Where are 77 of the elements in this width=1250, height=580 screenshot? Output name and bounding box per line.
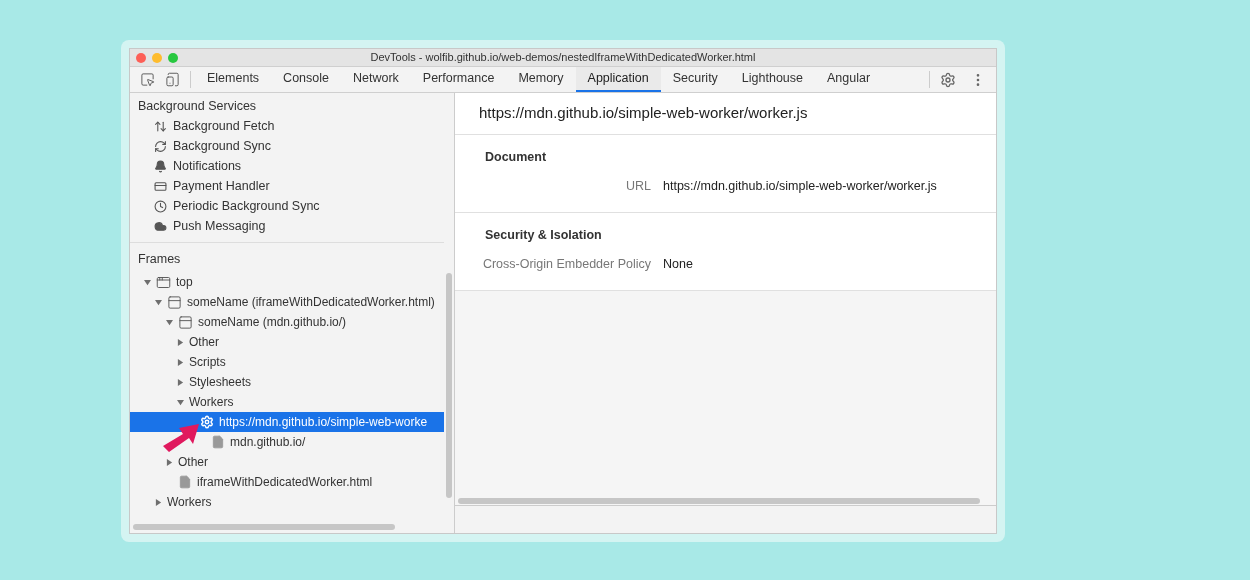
tree-label: Other bbox=[189, 334, 219, 351]
sidebar-item[interactable]: Notifications bbox=[130, 156, 444, 176]
scrollbar[interactable] bbox=[133, 524, 395, 530]
tree-label: top bbox=[176, 274, 193, 291]
sidebar-item[interactable]: Push Messaging bbox=[130, 216, 444, 236]
tree-item[interactable]: someName (iframeWithDedicatedWorker.html) bbox=[130, 292, 444, 312]
scrollbar[interactable] bbox=[458, 498, 980, 504]
tree-label: https://mdn.github.io/simple-web-worke bbox=[219, 414, 428, 431]
sidebar-item[interactable]: Background Sync bbox=[130, 136, 444, 156]
section-heading: Background Services bbox=[137, 97, 258, 115]
tab[interactable]: Memory bbox=[506, 67, 576, 92]
caret-icon[interactable] bbox=[177, 398, 184, 406]
sync-icon bbox=[154, 139, 167, 153]
settings-icon[interactable] bbox=[940, 71, 956, 88]
inspect-icon[interactable] bbox=[140, 72, 155, 87]
window-title: DevTools - wolfib.github.io/web-demos/nestedIframeWithDedicatedWorker.html bbox=[370, 50, 756, 66]
window-icon bbox=[156, 274, 171, 290]
field-value: None bbox=[663, 256, 693, 274]
tab[interactable]: Elements bbox=[195, 67, 272, 92]
tab[interactable]: Performance bbox=[410, 67, 507, 92]
detail-title: https://mdn.github.io/simple-web-worker/worker.js bbox=[455, 93, 996, 135]
tab[interactable]: Security bbox=[660, 67, 730, 92]
tree-item[interactable]: https://mdn.github.io/simple-web-worke bbox=[130, 412, 444, 432]
tree-label: someName (iframeWithDedicatedWorker.html) bbox=[187, 294, 435, 311]
caret-icon[interactable] bbox=[166, 318, 173, 326]
tree-item[interactable]: Stylesheets bbox=[130, 372, 444, 392]
tab[interactable]: Console bbox=[271, 67, 341, 92]
tab[interactable]: Network bbox=[341, 67, 411, 92]
caret-icon[interactable] bbox=[177, 338, 184, 346]
frame-icon bbox=[178, 314, 193, 330]
tree-label: Stylesheets bbox=[189, 374, 252, 391]
tree-item[interactable]: Workers bbox=[130, 392, 444, 412]
caret-icon[interactable] bbox=[166, 458, 173, 466]
tree-label: Workers bbox=[167, 494, 212, 511]
close-icon[interactable] bbox=[136, 53, 146, 63]
scrollbar[interactable] bbox=[446, 273, 452, 498]
tree-label: someName (mdn.github.io/) bbox=[198, 314, 347, 331]
tree-item[interactable]: Other bbox=[130, 332, 444, 352]
file-icon bbox=[178, 475, 192, 489]
caret-icon[interactable] bbox=[155, 298, 162, 306]
arrows-icon bbox=[154, 119, 167, 133]
section-title: Security & Isolation bbox=[484, 226, 603, 244]
caret-icon[interactable] bbox=[144, 278, 151, 286]
section-title: Document bbox=[484, 149, 548, 166]
tree-item[interactable]: top bbox=[130, 272, 444, 292]
bell-icon bbox=[154, 159, 167, 173]
tree-item[interactable]: Scripts bbox=[130, 352, 444, 372]
card-icon bbox=[154, 179, 167, 193]
sidebar-item[interactable]: Periodic Background Sync bbox=[130, 196, 444, 216]
caret-icon[interactable] bbox=[177, 358, 184, 366]
caret-icon[interactable] bbox=[155, 498, 162, 506]
field-label: URL bbox=[625, 178, 652, 196]
field-value: https://mdn.github.io/simple-web-worker/worker.js bbox=[663, 178, 937, 196]
tree-label: Other bbox=[178, 454, 208, 471]
tree-item[interactable]: mdn.github.io/ bbox=[130, 432, 444, 452]
tree-label: Workers bbox=[189, 394, 234, 411]
tree-item[interactable]: Other bbox=[130, 452, 444, 472]
tab[interactable]: Lighthouse bbox=[729, 67, 816, 92]
sidebar-item[interactable]: Payment Handler bbox=[130, 176, 444, 196]
tree-item[interactable]: iframeWithDedicatedWorker.html bbox=[130, 472, 444, 492]
caret-icon[interactable] bbox=[177, 378, 184, 386]
section-heading: Frames bbox=[137, 250, 182, 268]
clock-icon bbox=[154, 199, 167, 213]
tree-label: mdn.github.io/ bbox=[230, 434, 306, 451]
frame-icon bbox=[167, 294, 182, 310]
file-icon bbox=[211, 435, 225, 449]
gear-icon bbox=[200, 415, 214, 429]
sidebar-item[interactable]: Background Fetch bbox=[130, 116, 444, 136]
tab[interactable]: Application bbox=[575, 67, 661, 92]
tree-label: Scripts bbox=[189, 354, 226, 371]
cloud-icon bbox=[154, 219, 167, 233]
field-label: Cross-Origin Embedder Policy bbox=[481, 256, 652, 274]
tab[interactable]: Angular bbox=[815, 67, 883, 92]
tree-item[interactable]: someName (mdn.github.io/) bbox=[130, 312, 444, 332]
tree-label: iframeWithDedicatedWorker.html bbox=[197, 474, 373, 491]
tree-item[interactable]: Workers bbox=[130, 492, 444, 512]
device-icon[interactable] bbox=[165, 72, 180, 87]
